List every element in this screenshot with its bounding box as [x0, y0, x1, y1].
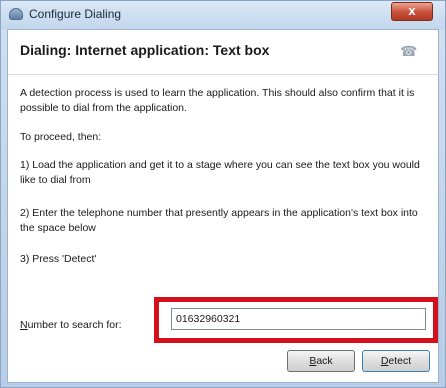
- step-2-text: 2) Enter the telephone number that prese…: [20, 207, 418, 234]
- title-bar[interactable]: Configure Dialing x: [1, 1, 445, 29]
- proceed-text: To proceed, then:: [20, 131, 102, 143]
- dialog-body: Dialing: Internet application: Text box …: [7, 29, 439, 383]
- number-search-input[interactable]: [171, 308, 426, 330]
- number-search-label: Number to search for:: [20, 319, 122, 331]
- configure-dialing-window: Configure Dialing x Dialing: Internet ap…: [0, 0, 446, 388]
- back-button[interactable]: Back: [287, 350, 355, 372]
- page-title: Dialing: Internet application: Text box: [20, 42, 270, 58]
- intro-text: A detection process is used to learn the…: [20, 87, 415, 114]
- detect-label: etect: [388, 355, 412, 367]
- back-label: ack: [316, 355, 333, 367]
- detect-button[interactable]: Detect: [362, 350, 430, 372]
- phone-icon: ☎: [400, 43, 418, 59]
- step-3-text: 3) Press 'Detect': [20, 253, 97, 265]
- window-title: Configure Dialing: [29, 7, 122, 21]
- label-text: umber to search for:: [27, 319, 122, 331]
- page-header: Dialing: Internet application: Text box …: [8, 30, 438, 75]
- step-1-text: 1) Load the application and get it to a …: [20, 159, 420, 186]
- close-button[interactable]: x: [391, 2, 433, 21]
- label-accelerator: N: [20, 319, 28, 331]
- phone-icon: [9, 8, 23, 20]
